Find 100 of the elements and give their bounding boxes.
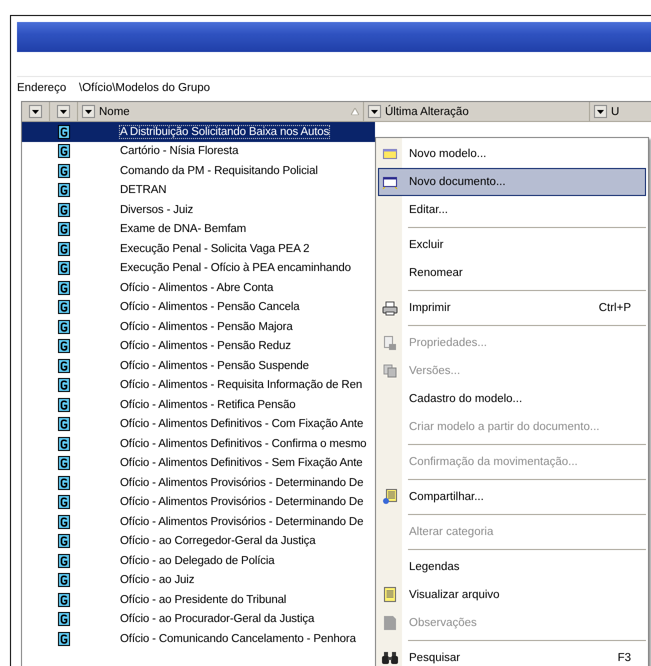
list-row[interactable]: DETRAN — [22, 180, 375, 200]
versions-icon — [383, 364, 397, 378]
dropdown-icon[interactable] — [29, 105, 42, 118]
list-row[interactable]: A Distribuição Solicitando Baixa nos Autos — [22, 122, 375, 142]
document-icon — [383, 336, 397, 350]
menu-item[interactable]: Excluir — [378, 231, 646, 259]
list-row[interactable]: Ofício - ao Delegado de Polícia — [22, 551, 375, 570]
template-icon — [58, 495, 70, 510]
template-icon — [58, 124, 70, 139]
menu-item[interactable]: Renomear — [378, 259, 646, 287]
list-row[interactable]: Ofício - Alimentos - Pensão Reduz — [22, 336, 375, 356]
template-icon — [58, 222, 70, 236]
document-name: Ofício - Alimentos Definitivos - Confirma o mesmo — [120, 438, 366, 450]
template-icon — [58, 573, 70, 588]
template-icon — [58, 456, 70, 470]
template-icon — [58, 242, 70, 256]
list-row[interactable]: Ofício - Alimentos Definitivos - Com Fixação Ante — [22, 414, 375, 434]
list-row[interactable]: Ofício - ao Corregedor-Geral da Justiça — [22, 532, 375, 551]
list-row[interactable]: Ofício - ao Procurador-Geral da Justiça — [22, 610, 375, 629]
menu-item[interactable]: Pesquisar F3 — [378, 644, 646, 666]
binoculars-icon — [382, 651, 398, 665]
list-row[interactable]: Ofício - Alimentos Provisórios - Determinando De — [22, 512, 375, 532]
template-icon — [58, 280, 70, 295]
note-icon — [383, 615, 397, 631]
list-row[interactable]: Ofício - ao Juiz — [22, 570, 375, 590]
menu-item[interactable]: Novo documento... — [378, 168, 646, 196]
frame-icon — [382, 147, 398, 161]
printer-icon — [382, 300, 398, 316]
template-icon — [58, 514, 70, 529]
menu-item[interactable]: Cadastro do modelo... — [378, 385, 646, 413]
document-name: Ofício - ao Presidente do Tribunal — [120, 594, 286, 606]
list-row[interactable]: Diversos - Juiz — [22, 200, 375, 220]
template-icon — [58, 144, 70, 158]
template-icon — [58, 183, 70, 198]
document-name: Ofício - Alimentos - Pensão Cancela — [120, 301, 300, 314]
list-row[interactable]: Ofício - Alimentos Definitivos - Confirma o mesmo — [22, 434, 375, 454]
list-row[interactable]: Ofício - Alimentos Provisórios - Determinando De — [22, 473, 375, 492]
list-row[interactable]: Ofício - Alimentos - Abre Conta — [22, 278, 375, 298]
template-icon — [58, 202, 70, 217]
column-header[interactable]: Última Alteração — [364, 102, 590, 121]
template-icon — [58, 632, 70, 646]
dropdown-icon[interactable] — [594, 105, 607, 118]
document-name: Ofício - Comunicando Cancelamento - Penhora — [120, 632, 356, 645]
document-name: Ofício - Alimentos - Retifica Pensão — [120, 398, 296, 411]
template-icon — [58, 300, 70, 314]
menu-item[interactable]: Novo modelo... — [378, 140, 646, 168]
document-name: Ofício - Alimentos - Abre Conta — [120, 282, 274, 294]
template-icon — [58, 339, 70, 354]
list-row[interactable]: Ofício - Comunicando Cancelamento - Penhora — [22, 629, 375, 648]
document-name: Cartório - Nísia Floresta — [120, 145, 238, 158]
document-name: Ofício - Alimentos Definitivos - Com Fixação Ante — [120, 418, 364, 430]
menu-item[interactable]: Compartilhar... — [378, 483, 646, 511]
list-row[interactable]: Ofício - Alimentos - Pensão Majora — [22, 317, 375, 336]
template-icon — [58, 417, 70, 432]
list-row[interactable]: Ofício - Alimentos - Pensão Suspende — [22, 356, 375, 376]
dropdown-icon[interactable] — [368, 105, 381, 118]
document-name: DETRAN — [120, 184, 166, 196]
document-name: Comando da PM - Requisitando Policial — [120, 164, 318, 177]
list-row[interactable]: Comando da PM - Requisitando Policial — [22, 161, 375, 180]
document-name: A Distribuição Solicitando Baixa nos Autos — [120, 126, 330, 138]
template-icon — [58, 436, 70, 451]
document-name: Ofício - ao Delegado de Polícia — [120, 554, 275, 567]
list-row[interactable]: Ofício - Alimentos - Pensão Cancela — [22, 298, 375, 317]
template-icon — [58, 358, 70, 373]
list-row[interactable]: Exame de DNA- Bemfam — [22, 220, 375, 239]
list-row[interactable]: Execução Penal - Ofício à PEA encaminhando — [22, 258, 375, 278]
list-row[interactable]: Ofício - Alimentos - Retifica Pensão — [22, 395, 375, 414]
template-icon — [58, 592, 70, 607]
list-row[interactable]: Ofício - Alimentos Definitivos - Sem Fixação Ante — [22, 454, 375, 473]
note-icon — [383, 587, 397, 603]
document-name: Ofício - Alimentos Provisórios - Determinando De — [120, 516, 364, 528]
document-name: Ofício - Alimentos - Pensão Reduz — [120, 340, 291, 352]
document-name: Execução Penal - Solicita Vaga PEA 2 — [120, 242, 310, 255]
template-icon — [58, 476, 70, 490]
list-row[interactable]: Ofício - ao Presidente do Tribunal — [22, 590, 375, 610]
document-name: Ofício - ao Juiz — [120, 574, 194, 586]
column-header[interactable]: Nome — [78, 102, 364, 121]
document-name: Diversos - Juiz — [120, 204, 194, 216]
template-icon — [58, 612, 70, 626]
list-row[interactable]: Cartório - Nísia Floresta — [22, 142, 375, 161]
template-icon — [58, 320, 70, 334]
menu-item[interactable]: Visualizar arquivo — [378, 581, 646, 609]
dropdown-icon[interactable] — [57, 105, 70, 118]
document-name: Ofício - Alimentos Provisórios - Determinando De — [120, 496, 364, 508]
document-name: Execução Penal - Ofício à PEA encaminhando — [120, 262, 351, 274]
document-name: Ofício - Alimentos Provisórios - Determinando De — [120, 476, 364, 489]
menu-item[interactable]: Imprimir Ctrl+P — [378, 294, 646, 322]
menu-item[interactable]: Editar... — [378, 196, 646, 224]
template-icon — [58, 398, 70, 412]
document-name: Ofício - Alimentos - Pensão Suspende — [120, 360, 309, 372]
list-row[interactable]: Execução Penal - Solicita Vaga PEA 2 — [22, 239, 375, 258]
menu-item[interactable]: Legendas — [378, 553, 646, 581]
document-name: Exame de DNA- Bemfam — [120, 223, 246, 236]
document-name: Ofício - ao Procurador-Geral da Justiça — [120, 613, 314, 626]
dropdown-icon[interactable] — [82, 105, 95, 118]
list-row[interactable]: Ofício - Alimentos - Requisita Informação de Ren — [22, 376, 375, 395]
document-name: Ofício - Alimentos - Pensão Majora — [120, 320, 293, 333]
address-label: Endereço — [17, 82, 68, 94]
list-row[interactable]: Ofício - Alimentos Provisórios - Determinando De — [22, 492, 375, 512]
column-header[interactable]: U — [590, 102, 651, 121]
